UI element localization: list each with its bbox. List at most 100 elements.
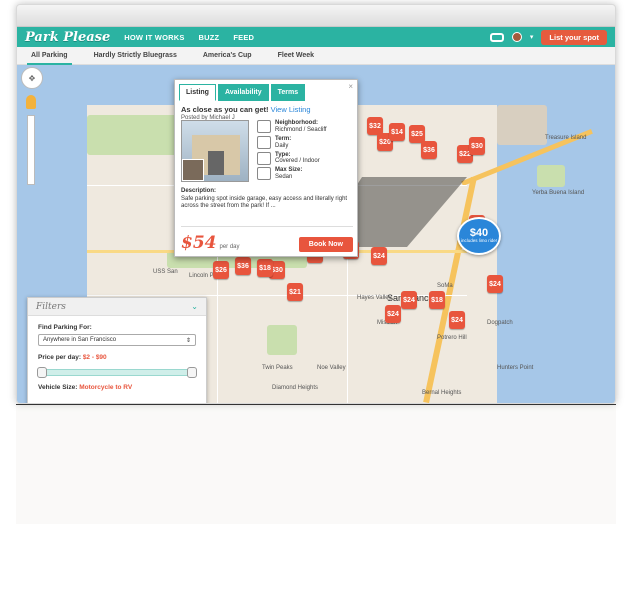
find-parking-label: Find Parking For:	[38, 324, 92, 331]
nav-how-it-works[interactable]: HOW IT WORKS	[124, 33, 184, 42]
parking-pin[interactable]: $24	[371, 247, 387, 265]
parking-pin[interactable]: $24	[385, 305, 401, 323]
parking-pin[interactable]: $24	[449, 311, 465, 329]
parking-pin[interactable]: $26	[213, 261, 229, 279]
parking-pin[interactable]: $36	[235, 257, 251, 275]
featured-pin[interactable]: $40 includes limo ride!	[457, 217, 501, 255]
building-icon	[257, 120, 271, 133]
vehicle-filter-label: Vehicle Size: Motorcycle to RV	[28, 376, 206, 394]
parking-pin[interactable]: $24	[401, 291, 417, 309]
price-label: Price per day:	[38, 354, 81, 361]
browser-window: Park Please HOW IT WORKS BUZZ FEED ▾ Lis…	[16, 4, 616, 404]
filters-header[interactable]: Filters ⌄	[28, 298, 206, 316]
parking-pin[interactable]: $36	[421, 141, 437, 159]
select-arrows-icon: ⇕	[185, 337, 191, 344]
spec-label: Max Size:	[275, 167, 303, 174]
list-your-spot-button[interactable]: List your spot	[541, 29, 607, 45]
label-uss-san: USS San	[153, 269, 178, 275]
owner-avatar	[182, 159, 204, 181]
location-select[interactable]: Anywhere in San Francisco ⇕	[38, 334, 196, 346]
tab-listing[interactable]: Listing	[179, 84, 216, 101]
popup-tabs: Listing Availability Terms	[175, 80, 357, 101]
price-max-handle[interactable]	[187, 367, 197, 378]
garage-door-image	[208, 151, 224, 175]
parking-pin[interactable]: $24	[487, 275, 503, 293]
treasure-island-land	[497, 105, 547, 145]
car-icon[interactable]	[489, 32, 504, 42]
label-twin-peaks: Twin Peaks	[262, 365, 293, 371]
top-navigation: Park Please HOW IT WORKS BUZZ FEED ▾ Lis…	[17, 27, 615, 47]
filters-panel: Filters ⌄ Find Parking For: Anywhere in …	[27, 297, 207, 403]
price-range-slider[interactable]	[37, 367, 197, 378]
filters-title: Filters	[36, 301, 66, 312]
tab-availability[interactable]: Availability	[217, 84, 269, 101]
label-bernal-heights: Bernal Heights	[422, 390, 462, 396]
spec-label: Term:	[275, 135, 292, 142]
avatar[interactable]	[511, 32, 522, 42]
nav-buzz[interactable]: BUZZ	[199, 33, 220, 42]
divider	[16, 404, 616, 405]
price-min-handle[interactable]	[37, 367, 47, 378]
parking-pin[interactable]: $21	[287, 283, 303, 301]
label-potrero-hill: Potrero Hill	[437, 335, 467, 341]
view-listing-link[interactable]: View Listing	[271, 105, 311, 114]
price-range-value: $2 - $90	[82, 354, 107, 361]
street-view-pegman-icon[interactable]	[26, 95, 36, 109]
listing-title: As close as you can get!	[181, 105, 269, 114]
listing-popup: Listing Availability Terms × As close as…	[174, 79, 358, 257]
pan-control[interactable]: ✥	[21, 67, 43, 89]
event-tabs: All Parking Hardly Strictly Bluegrass Am…	[17, 47, 615, 66]
browser-chrome	[17, 5, 615, 27]
listing-headline: As close as you can get! View Listing	[175, 101, 357, 114]
parking-pin[interactable]: $18	[429, 291, 445, 309]
description-label: Description:	[181, 188, 217, 194]
spec-value: Covered / Indoor	[275, 158, 320, 165]
parking-pin[interactable]: $18	[257, 259, 273, 277]
spec-term: Term: Daily	[257, 135, 353, 150]
label-treasure-island: Treasure Island	[545, 135, 587, 141]
label-hunters-point: Hunters Point	[497, 365, 534, 371]
chevron-down-icon[interactable]: ⌄	[191, 302, 198, 311]
label-soma: SoMa	[437, 283, 453, 289]
parking-pin[interactable]: $30	[469, 137, 485, 155]
nav-right: ▾ List your spot	[489, 29, 607, 45]
chevron-down-icon[interactable]: ▾	[530, 33, 534, 41]
listing-photo[interactable]	[181, 120, 249, 182]
featured-pin-note: includes limo ride!	[460, 238, 497, 244]
spec-label: Neighborhood:	[275, 120, 318, 126]
spec-neighborhood: Neighborhood: Richmond / Seacliff	[257, 120, 353, 134]
spec-value: Sedan	[275, 174, 293, 181]
presidio-park	[87, 115, 177, 155]
parking-pin[interactable]: $14	[389, 123, 405, 141]
car-icon	[257, 167, 271, 181]
tab-fleet-week[interactable]: Fleet Week	[274, 49, 318, 62]
twin-peaks-park	[267, 325, 297, 355]
spec-type: Type: Covered / Indoor	[257, 151, 353, 166]
tab-terms[interactable]: Terms	[270, 84, 306, 101]
label-diamond-heights: Diamond Heights	[272, 385, 319, 391]
vehicle-label: Vehicle Size:	[38, 384, 78, 391]
label-hayes-valley: Hayes Valley	[357, 295, 392, 301]
spec-value: Richmond / Seacliff	[275, 126, 327, 133]
site-logo[interactable]: Park Please	[25, 30, 110, 45]
close-icon[interactable]: ×	[348, 82, 353, 91]
location-select-value: Anywhere in San Francisco	[43, 337, 117, 343]
tab-hardly-strictly-bluegrass[interactable]: Hardly Strictly Bluegrass	[90, 49, 181, 62]
label-noe-valley: Noe Valley	[317, 365, 346, 371]
tab-americas-cup[interactable]: America's Cup	[199, 49, 256, 62]
garage-icon	[257, 151, 271, 165]
label-dogpatch: Dogpatch	[487, 320, 513, 326]
listing-price: $54	[181, 233, 217, 253]
book-now-button[interactable]: Book Now	[298, 237, 353, 252]
spec-label: Type:	[275, 151, 291, 158]
tab-all-parking[interactable]: All Parking	[27, 49, 72, 66]
spec-value: Daily	[275, 142, 289, 149]
listing-description: Description: Safe parking spot inside ga…	[181, 188, 353, 211]
per-day-label: per day	[219, 244, 240, 250]
description-text: Safe parking spot inside garage, easy ac…	[181, 195, 348, 210]
zoom-slider[interactable]	[27, 115, 35, 185]
reflection	[16, 404, 616, 524]
nav-feed[interactable]: FEED	[233, 33, 254, 42]
label-yerba-buena: Yerba Buena Island	[532, 190, 585, 196]
calendar-icon	[257, 135, 271, 149]
